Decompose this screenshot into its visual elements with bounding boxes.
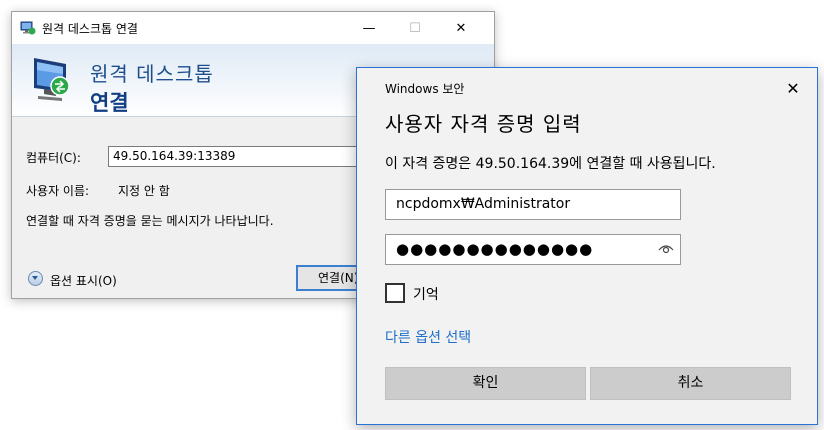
reveal-password-icon[interactable] bbox=[658, 243, 674, 255]
username-label: 사용자 이름: bbox=[26, 184, 90, 198]
remote-monitor-icon bbox=[34, 58, 70, 101]
show-options-link[interactable]: 옵션 표시(O) bbox=[50, 272, 117, 289]
security-close-button[interactable]: ✕ bbox=[781, 77, 805, 101]
maximize-button[interactable]: ☐ bbox=[392, 12, 438, 44]
computer-label: 컴퓨터(C): bbox=[26, 151, 81, 165]
cancel-button[interactable]: 취소 bbox=[590, 367, 791, 400]
remember-label[interactable]: 기억 bbox=[413, 284, 439, 304]
password-field[interactable]: ●●●●●●●●●●●●●● bbox=[385, 234, 681, 265]
rdp-title-bar[interactable]: 원격 데스크톱 연결 — ☐ ✕ bbox=[12, 12, 494, 44]
minimize-button[interactable]: — bbox=[346, 12, 392, 44]
remember-checkbox[interactable] bbox=[385, 283, 405, 303]
credential-description: 이 자격 증명은 49.50.164.39에 연결할 때 사용됩니다. bbox=[385, 156, 716, 172]
windows-security-dialog: Windows 보안 ✕ 사용자 자격 증명 입력 이 자격 증명은 49.50… bbox=[356, 67, 818, 425]
show-options-icon[interactable] bbox=[28, 271, 43, 286]
username-value: 지정 안 함 bbox=[118, 184, 170, 198]
security-dialog-title: Windows 보안 bbox=[385, 82, 465, 96]
banner-title-line2: 연결 bbox=[90, 91, 129, 115]
credential-notice: 연결할 때 자격 증명을 묻는 메시지가 나타납니다. bbox=[26, 214, 274, 228]
credential-heading: 사용자 자격 증명 입력 bbox=[385, 112, 582, 136]
more-choices-link[interactable]: 다른 옵션 선택 bbox=[385, 327, 471, 347]
remote-desktop-app-icon bbox=[20, 21, 36, 35]
close-button[interactable]: ✕ bbox=[438, 12, 484, 44]
rdp-window-title: 원격 데스크톱 연결 bbox=[42, 22, 138, 36]
banner-title-line1: 원격 데스크톱 bbox=[90, 62, 214, 86]
ok-button[interactable]: 확인 bbox=[385, 367, 586, 400]
password-mask: ●●●●●●●●●●●●●● bbox=[396, 240, 594, 258]
username-field[interactable]: ncpdomx₩Administrator bbox=[385, 189, 681, 220]
